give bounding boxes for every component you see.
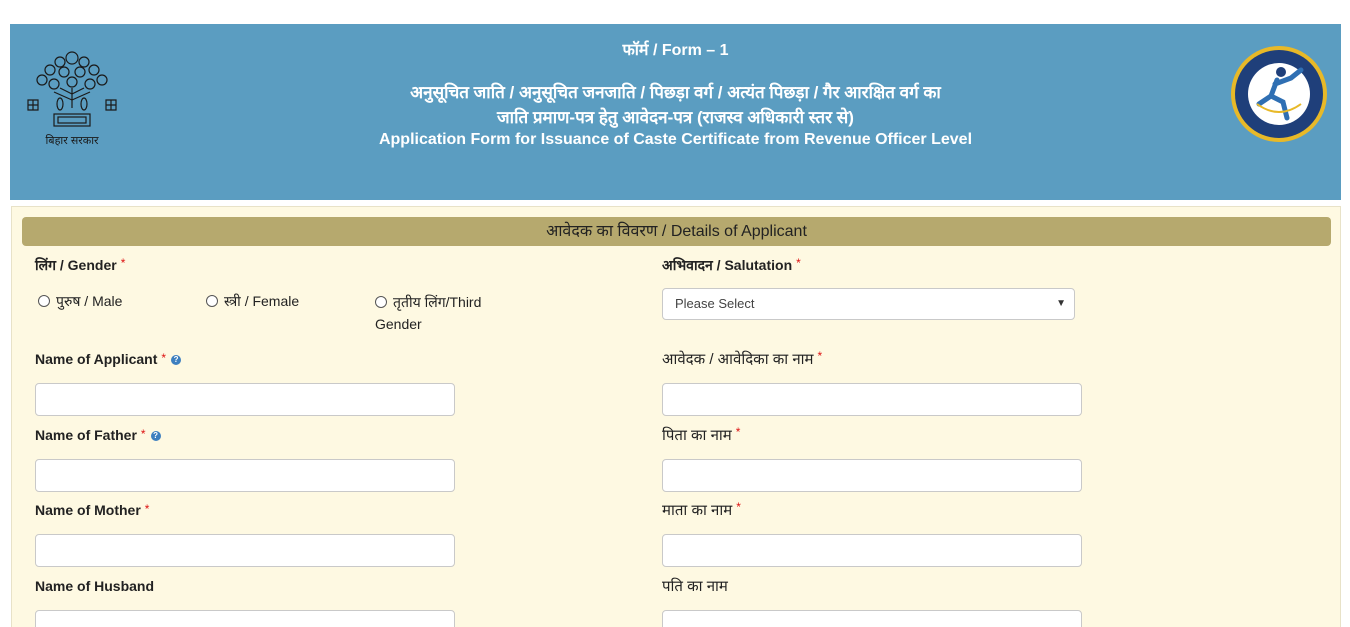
form-panel: आवेदक का विवरण / Details of Applicant लि… bbox=[11, 206, 1341, 627]
gender-label: लिंग / Gender * bbox=[35, 256, 126, 273]
mission-logo-icon bbox=[1231, 46, 1327, 142]
father-name-input[interactable] bbox=[35, 459, 455, 492]
applicant-name-hindi-label: आवेदक / आवेदिका का नाम * bbox=[662, 349, 823, 368]
salutation-select[interactable]: Please Select ▼ bbox=[662, 288, 1075, 320]
husband-name-label: Name of Husband bbox=[35, 578, 155, 594]
form-number: फॉर्म / Form – 1 bbox=[622, 42, 729, 59]
radio-icon[interactable] bbox=[206, 295, 218, 307]
required-marker: * bbox=[140, 427, 146, 441]
chevron-down-icon: ▼ bbox=[1056, 298, 1066, 309]
salutation-label: अभिवादन / Salutation * bbox=[662, 256, 801, 273]
title-english: Application Form for Issuance of Caste C… bbox=[378, 131, 973, 148]
gender-radio-third[interactable]: तृतीय लिंग/Third Gender bbox=[375, 291, 525, 335]
husband-name-hindi-label: पति का नाम bbox=[662, 578, 728, 595]
mother-name-hindi-label: माता का नाम * bbox=[662, 500, 741, 519]
father-name-label: Name of Father *? bbox=[35, 427, 161, 443]
required-marker: * bbox=[161, 351, 167, 365]
title-hindi-line-2: जाति प्रमाण-पत्र हेतु आवेदन-पत्र (राजस्व… bbox=[497, 108, 854, 127]
father-name-hindi-label: पिता का नाम * bbox=[662, 425, 741, 444]
required-marker: * bbox=[120, 256, 126, 270]
radio-icon[interactable] bbox=[38, 295, 50, 307]
help-icon[interactable]: ? bbox=[171, 355, 182, 366]
applicant-name-label: Name of Applicant *? bbox=[35, 351, 182, 367]
required-marker: * bbox=[736, 500, 741, 514]
gender-radio-female[interactable]: स्त्री / Female bbox=[206, 292, 299, 311]
applicant-name-input[interactable] bbox=[35, 383, 455, 416]
required-marker: * bbox=[817, 349, 823, 363]
section-title-applicant-details: आवेदक का विवरण / Details of Applicant bbox=[22, 217, 1331, 246]
mother-name-label: Name of Mother * bbox=[35, 502, 150, 518]
title-hindi-line-1: अनुसूचित जाति / अनुसूचित जनजाति / पिछड़ा… bbox=[410, 83, 941, 102]
husband-name-hindi-input[interactable] bbox=[662, 610, 1082, 627]
father-name-hindi-input[interactable] bbox=[662, 459, 1082, 492]
help-icon[interactable]: ? bbox=[150, 431, 161, 442]
gender-radio-male[interactable]: पुरुष / Male bbox=[38, 292, 122, 311]
mother-name-hindi-input[interactable] bbox=[662, 534, 1082, 567]
bihar-admin-reform-mission-logo bbox=[1229, 42, 1329, 146]
husband-name-input[interactable] bbox=[35, 610, 455, 627]
radio-icon[interactable] bbox=[375, 296, 387, 308]
required-marker: * bbox=[735, 425, 741, 439]
required-marker: * bbox=[796, 256, 801, 270]
required-marker: * bbox=[144, 502, 150, 516]
applicant-name-hindi-input[interactable] bbox=[662, 383, 1082, 416]
mother-name-input[interactable] bbox=[35, 534, 455, 567]
page-header: बिहार सरकार फॉर्म / Form – 1 अनुसूचित जा… bbox=[10, 24, 1341, 200]
